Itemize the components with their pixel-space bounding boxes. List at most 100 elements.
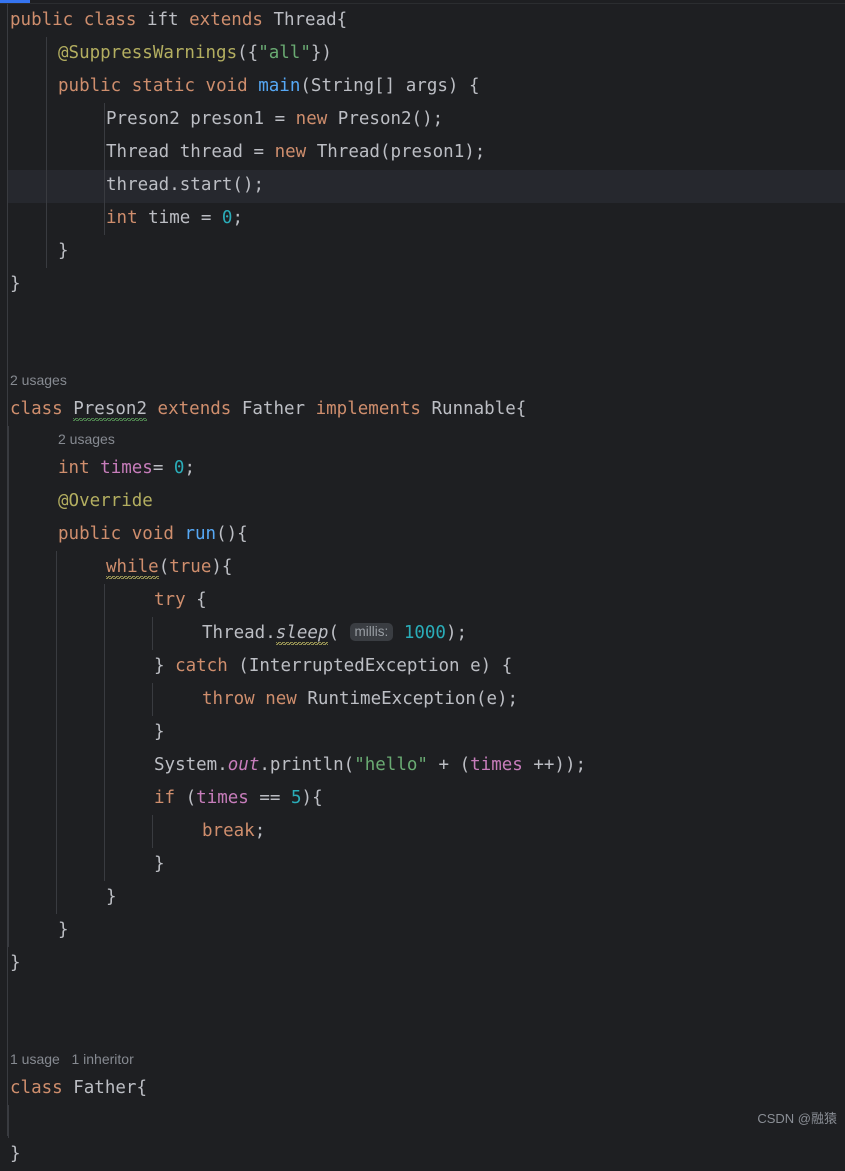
token-string-hello: "hello"	[354, 755, 428, 775]
token-brace-close: }	[154, 656, 176, 676]
code-line-32[interactable]: class Father{	[0, 1072, 845, 1105]
indent-guide	[8, 881, 9, 914]
code-line-27[interactable]: }	[0, 881, 845, 914]
token-keyword-new: new	[295, 109, 328, 129]
inlay-hint-usages-times[interactable]: 2 usages	[0, 426, 845, 452]
token-keyword-try: try	[154, 590, 186, 610]
inlay-hint-param-millis[interactable]: millis:	[349, 623, 394, 641]
indent-guide	[56, 881, 57, 914]
token-number-1000: 1000	[403, 623, 446, 643]
indent-guide	[56, 782, 57, 815]
indent-guide	[8, 485, 9, 518]
token-assign: =	[152, 458, 174, 478]
code-line-10[interactable]	[0, 301, 845, 334]
token-semicolon: ;	[232, 208, 243, 228]
code-line-21[interactable]: throw new RuntimeException(e);	[0, 683, 845, 716]
token-keyword-int: int	[106, 208, 138, 228]
token-field-times: times	[100, 458, 153, 478]
code-line-23[interactable]: System.out.println("hello" + (times ++))…	[0, 749, 845, 782]
token-field-times: times	[196, 788, 249, 808]
token-number-0: 0	[221, 208, 233, 228]
code-line-24[interactable]: if (times == 5){	[0, 782, 845, 815]
code-line-5[interactable]: Thread thread = new Thread(preson1);	[0, 136, 845, 169]
code-line-34[interactable]: }	[0, 1138, 845, 1171]
indent-guide	[8, 848, 9, 881]
indent-guide	[104, 749, 105, 782]
code-line-7[interactable]: int time = 0;	[0, 202, 845, 235]
indent-guide	[46, 136, 47, 169]
code-line-1[interactable]: public class ift extends Thread{	[0, 4, 845, 37]
token-annotation-override: @Override	[58, 491, 153, 511]
token-type-father: Father	[231, 399, 316, 419]
inlay-hint-father-usages[interactable]: 1 usage 1 inheritor	[0, 1046, 845, 1072]
indent-guide	[56, 848, 57, 881]
editor-gutter[interactable]	[0, 4, 8, 1136]
code-line-15[interactable]: @Override	[0, 485, 845, 518]
indent-guide	[46, 169, 47, 202]
token-keyword-if: if	[154, 788, 176, 808]
token-keyword-extends: extends	[189, 10, 263, 30]
code-line-26[interactable]: }	[0, 848, 845, 881]
inlay-hint-usages-preson2[interactable]: 2 usages	[0, 367, 845, 393]
token-method-sleep: sleep	[275, 623, 329, 645]
code-line-22[interactable]: }	[0, 716, 845, 749]
indent-guide	[8, 683, 9, 716]
token-brace-close: }	[10, 953, 21, 973]
token-keyword-while: while	[106, 557, 159, 579]
code-line-33[interactable]	[0, 1105, 845, 1138]
token-field-out: out	[227, 755, 260, 775]
code-line-4[interactable]: Preson2 preson1 = new Preson2();	[0, 103, 845, 136]
code-line-16[interactable]: public void run(){	[0, 518, 845, 551]
token-annotation-suppresswarnings: @SuppressWarnings	[58, 43, 238, 63]
token-method-println: .println(	[259, 755, 355, 775]
token-method-run: run	[184, 524, 217, 544]
indent-guide	[104, 617, 105, 650]
token-number-0: 0	[173, 458, 185, 478]
token-type-thread: Thread{	[262, 10, 348, 30]
code-line-8[interactable]: }	[0, 235, 845, 268]
token-brace-close: }	[154, 722, 165, 742]
code-line-19[interactable]: Thread.sleep( millis: 1000);	[0, 617, 845, 650]
code-line-9[interactable]: }	[0, 268, 845, 301]
token-keyword-public: public	[10, 10, 74, 30]
token-type-runnable: Runnable{	[420, 399, 527, 419]
token-keyword-catch: catch	[175, 656, 228, 676]
code-line-2[interactable]: @SuppressWarnings({"all"})	[0, 37, 845, 70]
indent-guide	[46, 37, 47, 70]
code-line-11[interactable]	[0, 334, 845, 367]
token-ctor-thread: Thread(preson1);	[306, 142, 486, 162]
code-line-29[interactable]: }	[0, 947, 845, 980]
token-brace-open: {	[185, 590, 207, 610]
indent-guide	[56, 584, 57, 617]
code-line-14[interactable]: int times= 0;	[0, 452, 845, 485]
indent-guide	[104, 782, 105, 815]
indent-guide	[56, 683, 57, 716]
code-line-28[interactable]: }	[0, 914, 845, 947]
token-operator-increment: ++));	[522, 755, 587, 775]
code-content: public class ift extends Thread{ @Suppre…	[0, 4, 845, 1171]
indent-guide	[56, 650, 57, 683]
code-line-25[interactable]: break;	[0, 815, 845, 848]
code-line-17[interactable]: while(true){	[0, 551, 845, 584]
indent-guide	[104, 815, 105, 848]
code-line-30[interactable]	[0, 980, 845, 1013]
csdn-watermark: CSDN @融猿	[757, 1111, 837, 1126]
code-line-12[interactable]: class Preson2 extends Father implements …	[0, 393, 845, 426]
token-keyword-static: static	[131, 76, 195, 96]
indent-guide	[8, 914, 9, 947]
token-keyword-break: break	[202, 821, 255, 841]
code-line-3[interactable]: public static void main(String[] args) {	[0, 70, 845, 103]
code-line-31[interactable]	[0, 1013, 845, 1046]
token-keyword-class: class	[10, 399, 63, 419]
code-line-6[interactable]: thread.start();	[0, 169, 845, 202]
indent-guide	[8, 551, 9, 584]
token-number-5: 5	[291, 788, 302, 808]
code-line-18[interactable]: try {	[0, 584, 845, 617]
token-decl-preson1: Preson2 preson1 =	[106, 109, 296, 129]
code-editor[interactable]: public class ift extends Thread{ @Suppre…	[0, 0, 845, 1164]
code-line-20[interactable]: } catch (InterruptedException e) {	[0, 650, 845, 683]
